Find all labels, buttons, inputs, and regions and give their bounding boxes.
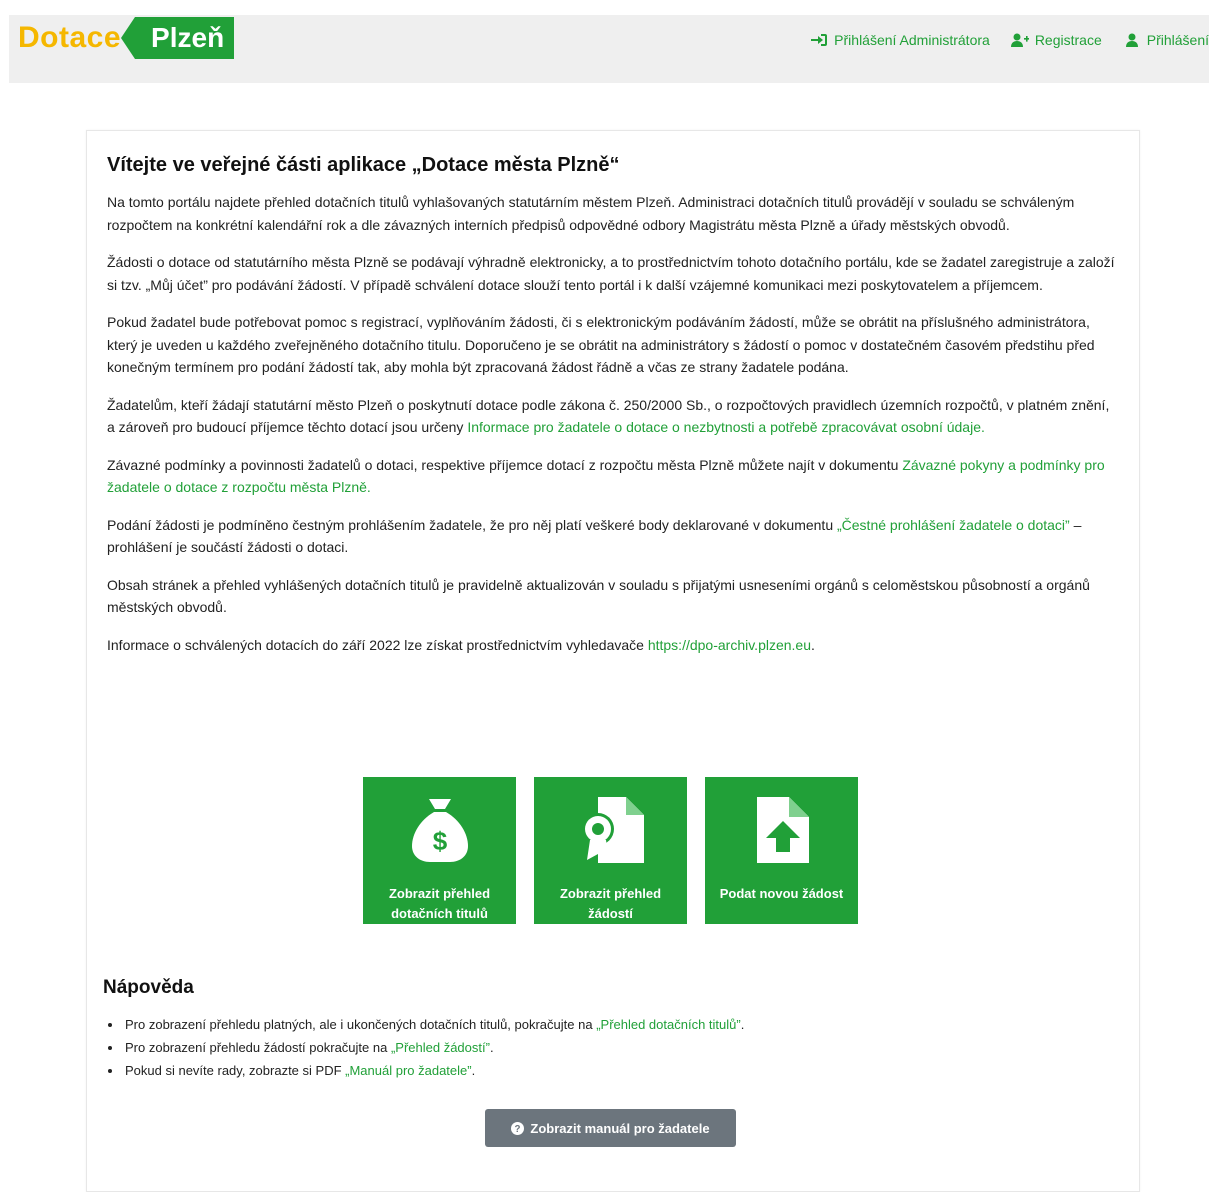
archive-text: Informace o schválených dotacích do září… xyxy=(107,636,648,653)
help-item-tail: . xyxy=(471,1063,476,1078)
logo-word: Dotace xyxy=(18,21,122,54)
grant-titles-link[interactable]: „Přehled dotačních titulů” xyxy=(596,1017,741,1032)
list-item: Pro zobrazení přehledu žádostí pokračujt… xyxy=(123,1036,744,1059)
top-navbar: Dotace Plzeň Přihlášení Administrátora R… xyxy=(9,15,1209,83)
declaration-text: Podání žádosti je podmíněno čestným proh… xyxy=(107,516,837,533)
register-link[interactable]: Registrace xyxy=(1010,32,1102,48)
help-item-tail: . xyxy=(740,1017,745,1032)
applications-label: Zobrazit přehled žádostí xyxy=(559,886,662,921)
applications-paragraph: Žádosti o dotace od statutárního města P… xyxy=(107,254,1115,293)
new-application-tile[interactable]: Podat novou žádost xyxy=(705,777,858,924)
grant-titles-tile[interactable]: $ Zobrazit přehled dotačních titulů xyxy=(363,777,516,924)
new-application-label: Podat novou žádost xyxy=(719,886,844,901)
logo-tag: Plzeň xyxy=(121,17,235,59)
list-item: Pro zobrazení přehledu platných, ale i u… xyxy=(123,1013,744,1036)
welcome-card: Vítejte ve veřejné části aplikace „Dotac… xyxy=(86,130,1140,1192)
user-plus-icon xyxy=(1010,33,1029,47)
top-links: Přihlášení Administrátora Registrace Při… xyxy=(810,32,1209,48)
show-manual-button[interactable]: ? Zobrazit manuál pro žadatele xyxy=(485,1109,736,1147)
help-title: Nápověda xyxy=(103,977,194,998)
money-bag-icon: $ xyxy=(411,799,468,862)
certificate-file-icon xyxy=(581,797,644,863)
user-icon xyxy=(1125,33,1138,47)
archive-tail: . xyxy=(811,636,815,653)
register-label: Registrace xyxy=(1034,32,1102,48)
file-upload-icon xyxy=(756,797,809,863)
applications-link[interactable]: „Přehled žádostí” xyxy=(391,1040,490,1055)
page-title: Vítejte ve veřejné části aplikace „Dotac… xyxy=(107,154,620,176)
question-circle-icon: ? xyxy=(511,1121,525,1135)
archive-link[interactable]: https://dpo-archiv.plzen.eu xyxy=(648,637,811,653)
manual-link[interactable]: „Manuál pro žadatele” xyxy=(345,1063,471,1078)
site-logo[interactable]: Dotace Plzeň xyxy=(18,17,235,59)
admin-login-label: Přihlášení Administrátora xyxy=(834,32,990,48)
action-tiles: $ Zobrazit přehled dotačních titulů Zobr… xyxy=(363,777,858,924)
grant-titles-label: Zobrazit přehled dotačních titulů xyxy=(388,886,491,921)
login-label: Přihlášení xyxy=(1146,32,1209,48)
help-item-tail: . xyxy=(489,1040,494,1055)
help-list: Pro zobrazení přehledu platných, ale i u… xyxy=(103,1013,744,1082)
applications-tile[interactable]: Zobrazit přehled žádostí xyxy=(534,777,687,924)
svg-text:$: $ xyxy=(432,826,447,856)
update-paragraph: Obsah stránek a přehled vyhlášených dota… xyxy=(107,576,1090,616)
conditions-paragraph: Závazné podmínky a povinnosti žadatelů o… xyxy=(107,454,1119,499)
sign-in-icon xyxy=(811,34,828,46)
admin-login-link[interactable]: Přihlášení Administrátora xyxy=(810,32,990,48)
help-item-text: Pro zobrazení přehledu platných, ale i u… xyxy=(125,1017,597,1032)
declaration-paragraph: Podání žádosti je podmíněno čestným proh… xyxy=(107,514,1119,559)
intro-paragraph: Na tomto portálu najdete přehled dotační… xyxy=(107,194,1075,233)
help-paragraph: Pokud žadatel bude potřebovat pomoc s re… xyxy=(107,314,1095,375)
svg-text:?: ? xyxy=(515,1124,521,1135)
help-item-text: Pro zobrazení přehledu žádostí pokračujt… xyxy=(125,1040,391,1055)
archive-paragraph: Informace o schválených dotacích do září… xyxy=(107,634,1119,657)
help-item-text: Pokud si nevíte rady, zobrazte si PDF xyxy=(125,1063,346,1078)
conditions-text: Závazné podmínky a povinnosti žadatelů o… xyxy=(107,456,903,473)
gdpr-info-link[interactable]: Informace pro žadatele o dotace o nezbyt… xyxy=(467,419,985,435)
welcome-content: Vítejte ve veřejné části aplikace „Dotac… xyxy=(107,153,1119,671)
declaration-link[interactable]: „Čestné prohlášení žadatele o dotaci” xyxy=(837,517,1070,533)
show-manual-label: Zobrazit manuál pro žadatele xyxy=(530,1120,710,1136)
gdpr-paragraph: Žadatelům, kteří žádají statutární město… xyxy=(107,394,1119,439)
login-link[interactable]: Přihlášení xyxy=(1123,32,1209,48)
list-item: Pokud si nevíte rady, zobrazte si PDF „M… xyxy=(123,1059,744,1082)
